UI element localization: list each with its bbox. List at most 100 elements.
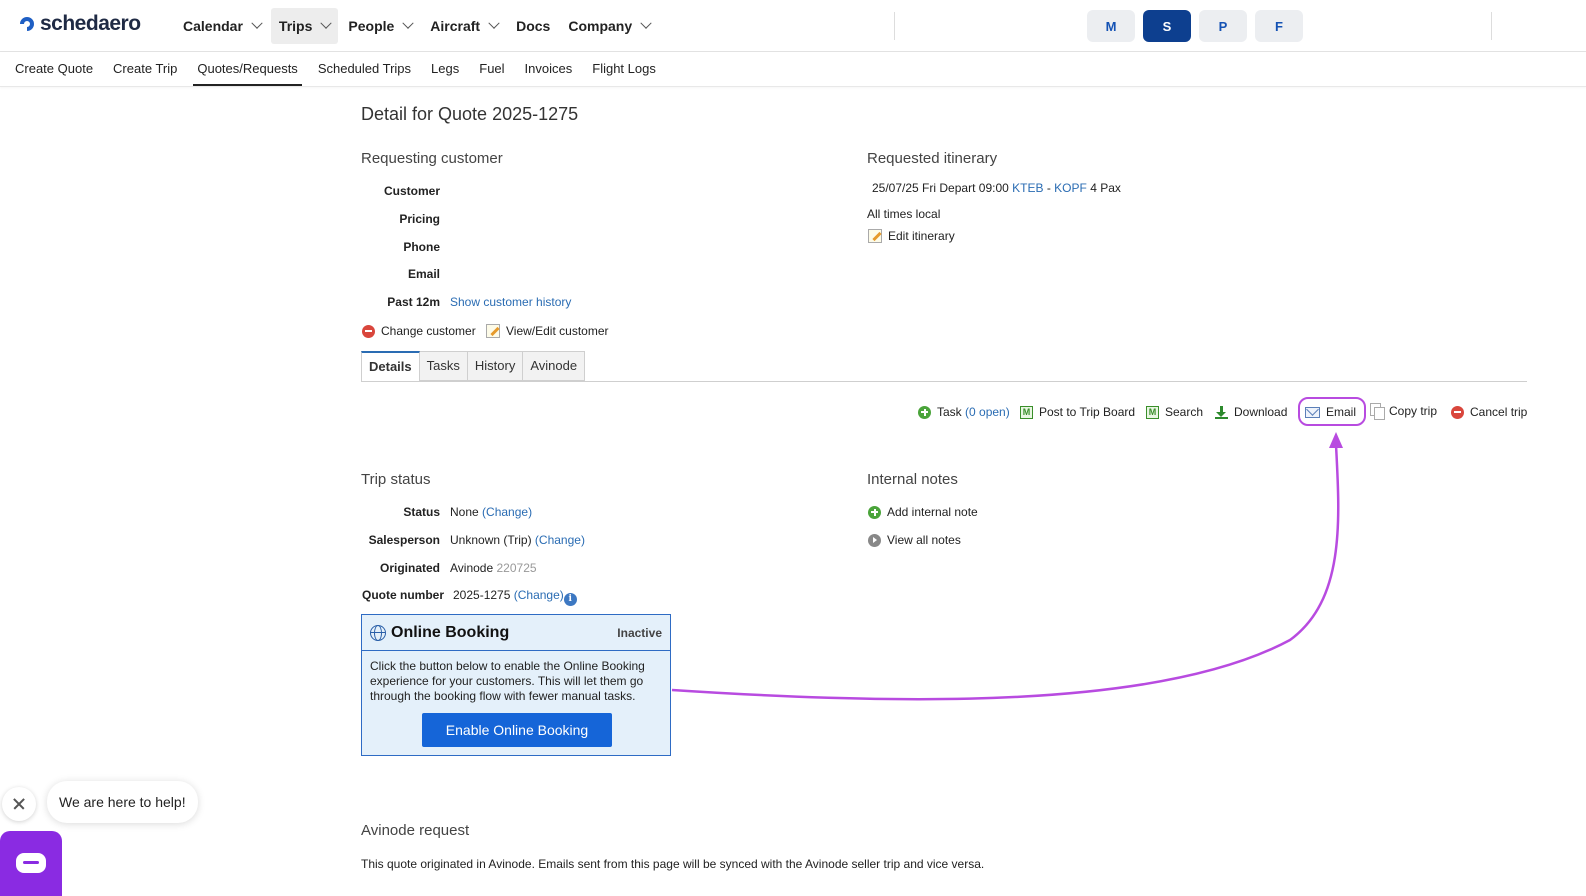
annotation-arrow-line: [671, 444, 1340, 701]
nav-docs[interactable]: Docs: [508, 8, 558, 44]
enable-online-booking-button[interactable]: Enable Online Booking: [422, 713, 612, 747]
chat-launcher-button[interactable]: [0, 831, 62, 896]
main-nav: Calendar Trips People Aircraft Docs Comp…: [175, 8, 658, 44]
change-customer-button[interactable]: Change customer: [362, 324, 476, 338]
subnav-create-quote[interactable]: Create Quote: [15, 52, 93, 86]
copy-trip-button[interactable]: Copy trip: [1370, 403, 1438, 420]
chevron-down-icon: [402, 17, 414, 29]
task-label: Task (0 open): [937, 405, 1010, 419]
sub-navbar: Create Quote Create Trip Quotes/Requests…: [0, 52, 1586, 87]
download-label: Download: [1234, 405, 1288, 419]
page-title: Detail for Quote 2025-1275: [361, 104, 579, 124]
search-button[interactable]: M Search: [1146, 405, 1203, 419]
post-to-trip-board-button[interactable]: M Post to Trip Board: [1020, 405, 1135, 419]
edit-itinerary-button[interactable]: Edit itinerary: [868, 229, 955, 243]
internal-notes-heading: Internal notes: [867, 471, 958, 488]
mode-button-f[interactable]: F: [1255, 10, 1303, 42]
originated-value: Avinode 220725: [450, 561, 537, 575]
subnav-fuel[interactable]: Fuel: [479, 52, 504, 86]
originated-label: Originated: [379, 561, 440, 575]
play-icon: [868, 533, 881, 547]
status-value: None (Change): [450, 505, 532, 519]
add-internal-note-button[interactable]: Add internal note: [868, 505, 978, 519]
itinerary-leg: 25/07/25 Fri Depart 09:00 KTEB - KOPF 4 …: [872, 181, 1121, 195]
view-edit-customer-button[interactable]: View/Edit customer: [486, 324, 609, 338]
online-booking-status: Inactive: [617, 625, 662, 640]
mode-switcher: M S P F: [1087, 10, 1303, 42]
add-icon: [918, 405, 931, 419]
mode-button-s[interactable]: S: [1143, 10, 1191, 42]
quote-number-label: Quote number: [362, 588, 445, 602]
status-change-link[interactable]: (Change): [482, 505, 532, 519]
task-text: Task: [937, 405, 962, 419]
download-icon: [1215, 405, 1228, 419]
search-label: Search: [1165, 405, 1204, 419]
cancel-trip-button[interactable]: Cancel trip: [1451, 405, 1527, 419]
subnav-scheduled-trips[interactable]: Scheduled Trips: [318, 52, 411, 86]
annotation-arrow-head: [1329, 432, 1343, 448]
top-navbar: schedaero Calendar Trips People Aircraft…: [0, 0, 1586, 52]
salesperson-label: Salesperson: [368, 533, 440, 547]
edit-itinerary-label: Edit itinerary: [888, 229, 955, 243]
nav-trips-label: Trips: [278, 18, 313, 34]
cancel-icon: [1451, 405, 1464, 419]
nav-calendar-label: Calendar: [183, 18, 243, 34]
subnav-invoices[interactable]: Invoices: [525, 52, 573, 86]
change-customer-label: Change customer: [381, 324, 476, 338]
tab-history[interactable]: History: [467, 351, 524, 381]
view-all-notes-button[interactable]: View all notes: [868, 533, 961, 547]
leg-time: 09:00: [978, 181, 1009, 195]
mode-button-p[interactable]: P: [1199, 10, 1247, 42]
copy-trip-label: Copy trip: [1389, 403, 1438, 418]
chat-icon: [16, 853, 46, 873]
help-bubble[interactable]: We are here to help!: [47, 781, 198, 823]
download-button[interactable]: Download: [1215, 405, 1287, 419]
leg-date: 25/07/25 Fri: [872, 181, 937, 195]
nav-people[interactable]: People: [340, 8, 420, 44]
nav-aircraft-label: Aircraft: [430, 18, 481, 34]
info-icon[interactable]: i: [563, 593, 577, 606]
tab-divider: [361, 381, 1527, 382]
nav-divider: [894, 12, 895, 40]
nav-company[interactable]: Company: [560, 8, 658, 44]
view-all-notes-label: View all notes: [887, 533, 961, 547]
edit-icon: [868, 229, 882, 243]
quote-number-text: 2025-1275: [453, 588, 511, 602]
originated-text: Avinode: [450, 561, 494, 575]
customer-heading: Requesting customer: [361, 150, 503, 167]
subnav-quotes-requests[interactable]: Quotes/Requests: [193, 52, 303, 86]
close-help-button[interactable]: [2, 787, 36, 821]
edit-icon: [486, 324, 500, 338]
mode-button-m[interactable]: M: [1087, 10, 1135, 42]
past-12m-label: Past 12m: [387, 295, 440, 309]
quote-number-change-link[interactable]: (Change): [514, 588, 564, 602]
tab-details[interactable]: Details: [361, 351, 420, 382]
nav-calendar[interactable]: Calendar: [175, 8, 269, 44]
trip-status-heading: Trip status: [361, 471, 431, 488]
brand-logo[interactable]: schedaero: [18, 12, 141, 36]
status-text: None: [450, 505, 479, 519]
subnav-legs[interactable]: Legs: [431, 52, 459, 86]
chevron-down-icon: [251, 17, 263, 29]
nav-trips[interactable]: Trips: [270, 8, 339, 44]
show-customer-history-link[interactable]: Show customer history: [450, 295, 571, 309]
originated-id: 220725: [496, 561, 537, 575]
chevron-down-icon: [488, 17, 500, 29]
nav-people-label: People: [348, 18, 395, 34]
online-booking-header: Online Booking Inactive: [362, 615, 670, 651]
nav-company-label: Company: [568, 18, 633, 34]
marketplace-icon: M: [1146, 405, 1159, 419]
task-button[interactable]: Task (0 open): [918, 405, 1010, 419]
pricing-label: Pricing: [399, 212, 440, 226]
salesperson-value: Unknown (Trip) (Change): [450, 533, 585, 547]
leg-pax: 4 Pax: [1090, 181, 1121, 195]
tab-avinode[interactable]: Avinode: [523, 351, 586, 381]
leg-to-airport[interactable]: KOPF: [1054, 181, 1087, 195]
subnav-create-trip[interactable]: Create Trip: [113, 52, 177, 86]
salesperson-change-link[interactable]: (Change): [535, 533, 585, 547]
phone-label: Phone: [403, 240, 440, 254]
tab-tasks[interactable]: Tasks: [419, 351, 468, 381]
leg-from-airport[interactable]: KTEB: [1012, 181, 1043, 195]
nav-aircraft[interactable]: Aircraft: [422, 8, 506, 44]
subnav-flight-logs[interactable]: Flight Logs: [592, 52, 656, 86]
